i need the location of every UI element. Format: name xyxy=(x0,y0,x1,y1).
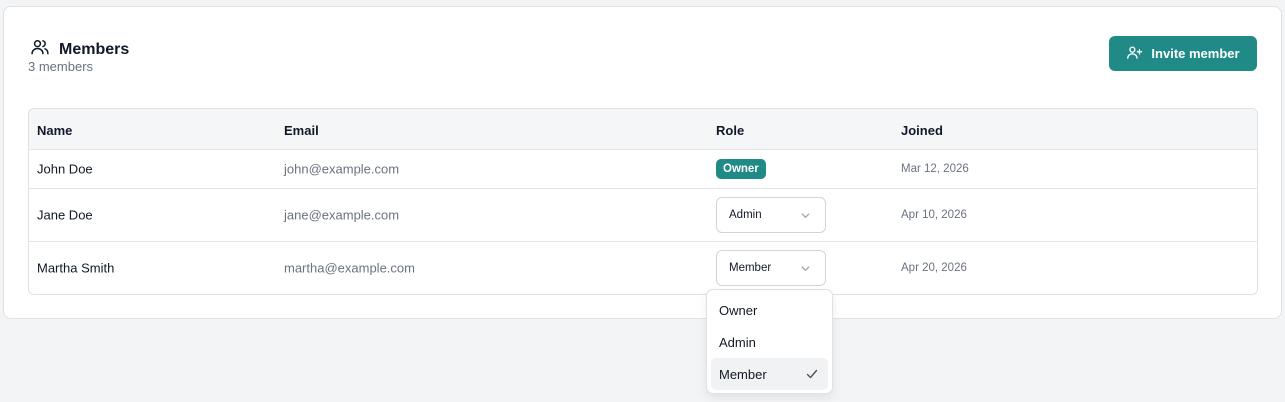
role-select[interactable]: Admin xyxy=(716,197,826,233)
column-header-joined: Joined xyxy=(901,123,943,138)
invite-member-button[interactable]: Invite member xyxy=(1109,36,1257,71)
role-select-value: Member xyxy=(729,262,772,274)
table-header: Name Email Role Joined xyxy=(29,109,1257,150)
role-option-label: Admin xyxy=(719,334,756,350)
member-joined: Mar 12, 2026 xyxy=(901,163,969,175)
chevron-down-icon xyxy=(800,210,811,224)
member-email: john@example.com xyxy=(284,161,400,177)
role-cell: Admin xyxy=(716,197,826,233)
role-option-label: Member xyxy=(719,366,767,382)
role-dropdown-menu: Owner Admin Member xyxy=(706,289,833,394)
chevron-down-icon xyxy=(800,263,811,277)
owner-badge: Owner xyxy=(716,159,766,179)
member-count: 3 members xyxy=(28,59,94,74)
table-row: Martha Smith martha@example.com Member A… xyxy=(29,242,1257,294)
member-name: Jane Doe xyxy=(37,207,93,223)
member-email: jane@example.com xyxy=(284,207,400,223)
role-option-admin[interactable]: Admin xyxy=(711,326,828,358)
role-option-member[interactable]: Member xyxy=(711,358,828,390)
member-email: martha@example.com xyxy=(284,260,415,276)
member-name: John Doe xyxy=(37,161,93,177)
member-name: Martha Smith xyxy=(37,260,115,276)
member-joined: Apr 20, 2026 xyxy=(901,262,967,274)
page-title: Members xyxy=(59,40,130,58)
column-header-role: Role xyxy=(716,123,745,138)
role-select[interactable]: Member xyxy=(716,250,826,286)
members-table: Name Email Role Joined John Doe john@exa… xyxy=(28,108,1258,295)
table-row: Jane Doe jane@example.com Admin Apr 10, … xyxy=(29,189,1257,242)
table-row: John Doe john@example.com Owner Mar 12, … xyxy=(29,150,1257,189)
role-cell: Member xyxy=(716,250,826,286)
role-option-owner[interactable]: Owner xyxy=(711,294,828,326)
column-header-email: Email xyxy=(284,123,319,138)
role-option-label: Owner xyxy=(719,302,758,318)
check-icon xyxy=(805,367,819,384)
role-select-value: Admin xyxy=(729,209,762,221)
role-cell: Owner xyxy=(716,159,766,179)
members-card: Members 3 members Invite member Name Ema… xyxy=(3,6,1282,319)
user-plus-icon xyxy=(1126,44,1143,64)
column-header-name: Name xyxy=(37,123,73,138)
invite-member-label: Invite member xyxy=(1151,46,1240,61)
member-joined: Apr 10, 2026 xyxy=(901,209,967,221)
